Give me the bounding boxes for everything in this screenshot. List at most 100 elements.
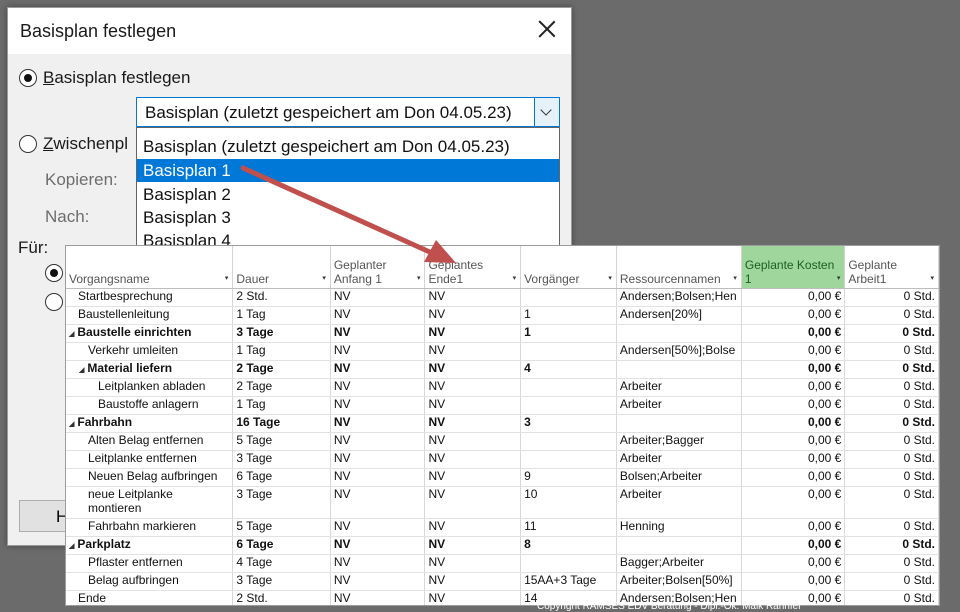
col-header[interactable]: Geplante Arbeit1 ▾ xyxy=(844,246,939,289)
cell-ende[interactable]: NV xyxy=(424,590,522,605)
dropdown-item[interactable]: Basisplan 2 xyxy=(137,183,559,206)
table-row[interactable]: Leitplanken abladen 2 Tage NV NV Arbeiter 0,0… xyxy=(66,378,939,397)
cell-anfang[interactable]: NV xyxy=(330,396,426,415)
col-header-highlighted[interactable]: Geplante Kosten 1 ▾ xyxy=(741,246,846,289)
cell-ende[interactable]: NV xyxy=(424,396,522,415)
cell-arbeit[interactable]: 0 Std. xyxy=(844,590,939,605)
cell-vorg[interactable]: 11 xyxy=(520,518,617,537)
table-row[interactable]: ◢ Material liefern 2 Tage NV NV 4 0,00 €0 Std. xyxy=(66,360,939,379)
collapse-caret-icon[interactable]: ◢ xyxy=(79,367,84,374)
cell-kosten[interactable]: 0,00 € xyxy=(741,414,846,433)
cell-ende[interactable]: NV xyxy=(424,432,522,451)
cell-vorgangsname[interactable]: ◢ Material liefern xyxy=(66,360,234,379)
table-row[interactable]: ◢ Baustelle einrichten 3 Tage NV NV 1 0,00 €0 … xyxy=(66,324,939,343)
dropdown-item[interactable]: Basisplan (zuletzt gespeichert am Don 04… xyxy=(137,135,559,158)
table-row[interactable]: Neuen Belag aufbringen 6 Tage NV NV 9 Bolsen;… xyxy=(66,468,939,487)
cell-anfang[interactable]: NV xyxy=(330,288,426,307)
cell-kosten[interactable]: 0,00 € xyxy=(741,378,846,397)
cell-arbeit[interactable]: 0 Std. xyxy=(844,414,939,433)
cell-ende[interactable]: NV xyxy=(424,414,522,433)
cell-dauer[interactable]: 6 Tage xyxy=(232,536,331,555)
cell-arbeit[interactable]: 0 Std. xyxy=(844,536,939,555)
cell-vorg[interactable] xyxy=(520,288,617,307)
cell-ress[interactable] xyxy=(616,360,742,379)
cell-dauer[interactable]: 1 Tag xyxy=(232,342,331,361)
cell-kosten[interactable]: 0,00 € xyxy=(741,306,846,325)
radio-fuer-vorgaenge[interactable] xyxy=(45,293,63,311)
cell-vorg[interactable]: 10 xyxy=(520,486,617,519)
cell-kosten[interactable]: 0,00 € xyxy=(741,536,846,555)
cell-vorg[interactable] xyxy=(520,554,617,573)
cell-dauer[interactable]: 3 Tage xyxy=(232,450,331,469)
cell-vorg[interactable] xyxy=(520,378,617,397)
radio-basisplan[interactable] xyxy=(19,69,37,87)
cell-dauer[interactable]: 5 Tage xyxy=(232,432,331,451)
cell-vorgangsname[interactable]: Alten Belag entfernen xyxy=(66,432,234,451)
col-header[interactable]: Ressourcennamen ▾ xyxy=(616,246,742,289)
cell-arbeit[interactable]: 0 Std. xyxy=(844,518,939,537)
baseline-dropdown-list[interactable]: Basisplan (zuletzt gespeichert am Don 04… xyxy=(136,127,560,250)
cell-arbeit[interactable]: 0 Std. xyxy=(844,306,939,325)
table-row[interactable]: Leitplanke entfernen 3 Tage NV NV Arbeiter 0,… xyxy=(66,450,939,469)
cell-kosten[interactable]: 0,00 € xyxy=(741,360,846,379)
cell-ress[interactable]: Andersen[20%] xyxy=(616,306,742,325)
col-header[interactable]: Geplantes Ende1 ▾ xyxy=(424,246,522,289)
cell-ress[interactable]: Henning xyxy=(616,518,742,537)
cell-ende[interactable]: NV xyxy=(424,378,522,397)
cell-ende[interactable]: NV xyxy=(424,450,522,469)
table-row[interactable]: Baustoffe anlagern 1 Tag NV NV Arbeiter 0,00 … xyxy=(66,396,939,415)
cell-anfang[interactable]: NV xyxy=(330,486,426,519)
table-row[interactable]: Verkehr umleiten 1 Tag NV NV Andersen[50%];B… xyxy=(66,342,939,361)
table-row[interactable]: Belag aufbringen 3 Tage NV NV 15AA+3 Tage Arb… xyxy=(66,572,939,591)
cell-ress[interactable]: Arbeiter xyxy=(616,486,742,519)
cell-dauer[interactable]: 1 Tag xyxy=(232,306,331,325)
cell-dauer[interactable]: 16 Tage xyxy=(232,414,331,433)
cell-arbeit[interactable]: 0 Std. xyxy=(844,360,939,379)
cell-ende[interactable]: NV xyxy=(424,360,522,379)
cell-ress[interactable]: Bolsen;Arbeiter xyxy=(616,468,742,487)
cell-kosten[interactable]: 0,00 € xyxy=(741,324,846,343)
close-icon[interactable] xyxy=(535,17,559,41)
cell-vorgangsname[interactable]: Baustellenleitung xyxy=(66,306,234,325)
cell-vorg[interactable]: 1 xyxy=(520,306,617,325)
cell-ress[interactable]: Andersen;Bolsen;Hen xyxy=(616,288,742,307)
cell-arbeit[interactable]: 0 Std. xyxy=(844,554,939,573)
cell-anfang[interactable]: NV xyxy=(330,450,426,469)
cell-kosten[interactable]: 0,00 € xyxy=(741,342,846,361)
cell-arbeit[interactable]: 0 Std. xyxy=(844,432,939,451)
col-header[interactable]: Vorgänger ▾ xyxy=(520,246,617,289)
cell-ress[interactable]: Arbeiter xyxy=(616,396,742,415)
cell-ende[interactable]: NV xyxy=(424,572,522,591)
collapse-caret-icon[interactable]: ◢ xyxy=(69,543,74,550)
cell-arbeit[interactable]: 0 Std. xyxy=(844,396,939,415)
cell-dauer[interactable]: 2 Std. xyxy=(232,590,331,605)
cell-ress[interactable]: Bagger;Arbeiter xyxy=(616,554,742,573)
cell-kosten[interactable]: 0,00 € xyxy=(741,572,846,591)
cell-ende[interactable]: NV xyxy=(424,468,522,487)
cell-vorg[interactable]: 4 xyxy=(520,360,617,379)
dropdown-item[interactable]: Basisplan 3 xyxy=(137,206,559,229)
radio-basisplan-label[interactable]: Basisplan festlegen xyxy=(43,68,190,88)
cell-ende[interactable]: NV xyxy=(424,518,522,537)
cell-vorgangsname[interactable]: Leitplanke entfernen xyxy=(66,450,234,469)
cell-vorg[interactable]: 15AA+3 Tage xyxy=(520,572,617,591)
cell-ende[interactable]: NV xyxy=(424,288,522,307)
dropdown-item-selected[interactable]: Basisplan 1 xyxy=(137,159,559,182)
cell-kosten[interactable]: 0,00 € xyxy=(741,486,846,519)
cell-vorgangsname[interactable]: Leitplanken abladen xyxy=(66,378,234,397)
cell-arbeit[interactable]: 0 Std. xyxy=(844,572,939,591)
chevron-down-icon[interactable] xyxy=(534,98,559,126)
table-row[interactable]: ◢ Fahrbahn 16 Tage NV NV 3 0,00 €0 Std. xyxy=(66,414,939,433)
cell-vorgangsname[interactable]: Baustoffe anlagern xyxy=(66,396,234,415)
cell-anfang[interactable]: NV xyxy=(330,536,426,555)
table-row[interactable]: Ende 2 Std. NV NV 14 Andersen;Bolsen;Hen 0,00 … xyxy=(66,590,939,605)
cell-anfang[interactable]: NV xyxy=(330,306,426,325)
cell-vorg[interactable] xyxy=(520,450,617,469)
cell-arbeit[interactable]: 0 Std. xyxy=(844,342,939,361)
cell-anfang[interactable]: NV xyxy=(330,590,426,605)
cell-dauer[interactable]: 5 Tage xyxy=(232,518,331,537)
cell-dauer[interactable]: 2 Tage xyxy=(232,378,331,397)
table-row[interactable]: Baustellenleitung 1 Tag NV NV 1 Andersen[20%]… xyxy=(66,306,939,325)
cell-anfang[interactable]: NV xyxy=(330,414,426,433)
cell-vorg[interactable]: 1 xyxy=(520,324,617,343)
